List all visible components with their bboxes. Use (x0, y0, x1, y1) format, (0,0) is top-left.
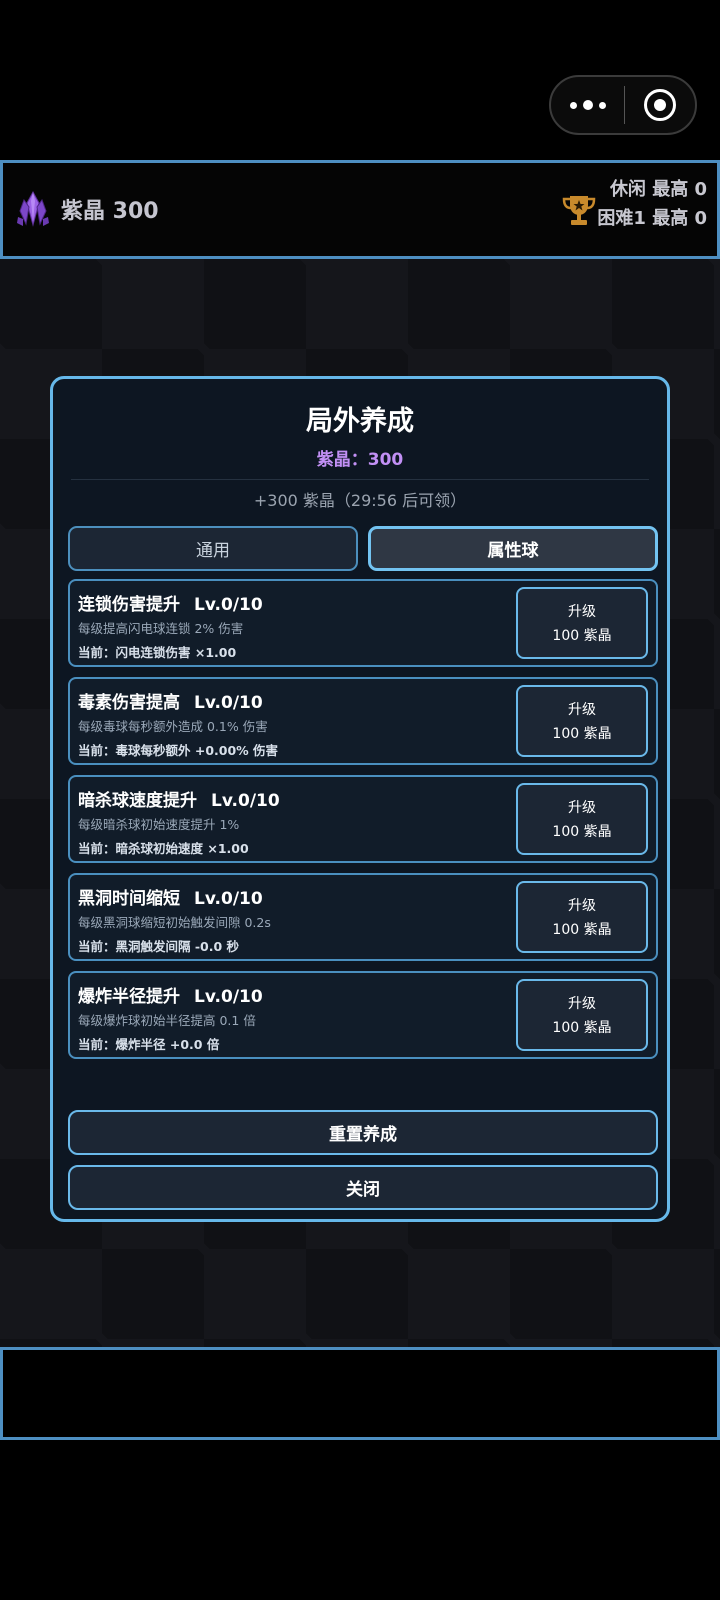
upgrade-button-cost: 100 紫晶 (552, 824, 612, 840)
upgrade-button-cost: 100 紫晶 (552, 922, 612, 938)
item-name: 黑洞时间缩短 (78, 889, 180, 909)
upgrade-item-poison-damage: 毒素伤害提高 Lv.0/10 每级毒球每秒额外造成 0.1% 伤害 当前：毒球每秒… (68, 677, 658, 765)
item-name: 爆炸半径提升 (78, 987, 180, 1007)
modal-title: 局外养成 (306, 406, 414, 437)
trophy-icon (562, 196, 596, 225)
item-title: 暗杀球速度提升 Lv.0/10 (78, 786, 280, 811)
item-description: 每级黑洞球缩短初始触发间隙 0.2s (78, 915, 271, 930)
upgrade-button-label: 升级 (568, 898, 596, 914)
item-current-value: 当前：毒球每秒额外 +0.00% 伤害 (78, 743, 279, 758)
divider (71, 479, 649, 480)
item-current-value: 当前：黑洞触发间隔 -0.0 秒 (78, 939, 240, 954)
upgrade-button-cost: 100 紫晶 (552, 628, 612, 644)
upgrade-button-cost: 100 紫晶 (552, 726, 612, 742)
item-level: Lv.0/10 (211, 791, 280, 811)
item-level: Lv.0/10 (194, 987, 263, 1007)
item-description: 每级暗杀球初始速度提升 1% (78, 817, 240, 832)
item-title: 爆炸半径提升 Lv.0/10 (78, 982, 263, 1007)
upgrade-button-label: 升级 (568, 604, 596, 620)
upgrade-button[interactable]: 升级 100 紫晶 (516, 979, 648, 1051)
upgrade-button[interactable]: 升级 100 紫晶 (516, 783, 648, 855)
upgrade-button-label: 升级 (568, 702, 596, 718)
upgrade-item-explosion-radius: 爆炸半径提升 Lv.0/10 每级爆炸球初始半径提高 0.1 倍 当前：爆炸半径 … (68, 971, 658, 1059)
tab-general[interactable]: 通用 (68, 526, 358, 571)
upgrade-button-cost: 100 紫晶 (552, 1020, 612, 1036)
more-dots-icon[interactable] (551, 77, 624, 133)
upgrade-button[interactable]: 升级 100 紫晶 (516, 587, 648, 659)
crystal-balance: 紫晶 300 (61, 199, 159, 224)
item-level: Lv.0/10 (194, 595, 263, 615)
item-title: 黑洞时间缩短 Lv.0/10 (78, 884, 263, 909)
claim-timer-text: +300 紫晶（29:56 后可领） (253, 491, 467, 510)
reset-upgrades-button[interactable]: 重置养成 (68, 1110, 658, 1155)
upgrade-button[interactable]: 升级 100 紫晶 (516, 881, 648, 953)
hard-best-score: 困难1 最高 0 (597, 208, 707, 229)
item-level: Lv.0/10 (194, 889, 263, 909)
close-button[interactable]: 关闭 (68, 1165, 658, 1210)
crystal-icon (17, 191, 49, 227)
item-title: 毒素伤害提高 Lv.0/10 (78, 688, 263, 713)
item-title: 连锁伤害提升 Lv.0/10 (78, 590, 263, 615)
item-description: 每级毒球每秒额外造成 0.1% 伤害 (78, 719, 268, 734)
item-name: 连锁伤害提升 (78, 595, 180, 615)
upgrade-button-label: 升级 (568, 996, 596, 1012)
upgrade-item-assassin-speed: 暗杀球速度提升 Lv.0/10 每级暗杀球初始速度提升 1% 当前：暗杀球初始速度… (68, 775, 658, 863)
item-current-value: 当前：暗杀球初始速度 ×1.00 (78, 841, 249, 856)
item-current-value: 当前：爆炸半径 +0.0 倍 (78, 1037, 220, 1052)
upgrade-button[interactable]: 升级 100 紫晶 (516, 685, 648, 757)
item-current-value: 当前：闪电连锁伤害 ×1.00 (78, 645, 237, 660)
upgrade-item-blackhole-time: 黑洞时间缩短 Lv.0/10 每级黑洞球缩短初始触发间隙 0.2s 当前：黑洞触发… (68, 873, 658, 961)
item-name: 毒素伤害提高 (78, 693, 180, 713)
meta-upgrade-modal: 局外养成 紫晶：300 +300 紫晶（29:56 后可领） 通用 属性球 连锁… (50, 376, 670, 1222)
tab-element-ball[interactable]: 属性球 (368, 526, 658, 571)
item-description: 每级提高闪电球连锁 2% 伤害 (78, 621, 244, 636)
target-icon[interactable] (625, 77, 695, 133)
upgrade-button-label: 升级 (568, 800, 596, 816)
bottom-panel (0, 1347, 720, 1440)
casual-best-score: 休闲 最高 0 (609, 179, 707, 200)
item-description: 每级爆炸球初始半径提高 0.1 倍 (78, 1013, 256, 1028)
item-level: Lv.0/10 (194, 693, 263, 713)
miniprogram-capsule (549, 75, 697, 135)
upgrade-item-chain-damage: 连锁伤害提升 Lv.0/10 每级提高闪电球连锁 2% 伤害 当前：闪电连锁伤害 … (68, 579, 658, 667)
modal-crystal-balance: 紫晶：300 (316, 450, 404, 470)
item-name: 暗杀球速度提升 (78, 791, 197, 811)
top-status-bar: 紫晶 300 休闲 最高 0 困难1 最高 0 (0, 160, 720, 259)
